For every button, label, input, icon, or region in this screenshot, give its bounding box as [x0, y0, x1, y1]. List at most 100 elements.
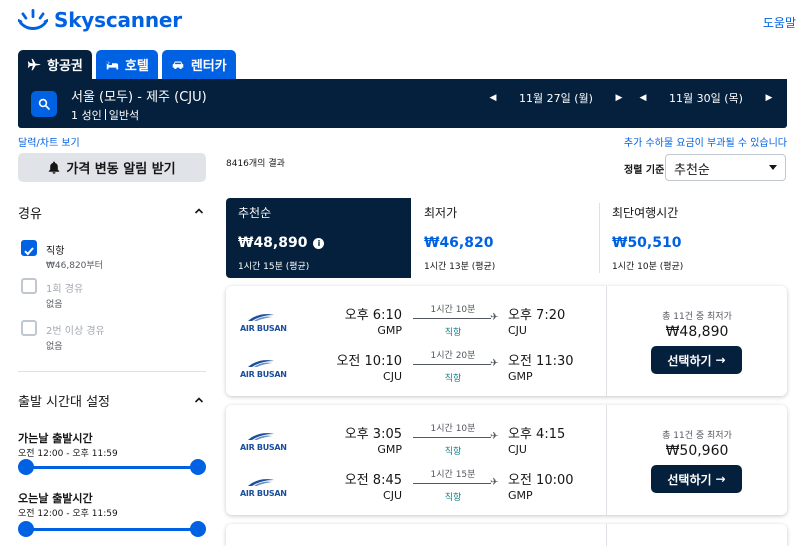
result-card[interactable]: AIR BUSAN 오후 3:05 GMP 1시간 10분 ✈ 직항 오후 4:…: [226, 405, 787, 515]
summary-best-title: 추천순: [238, 206, 272, 220]
return-prev-arrow-icon[interactable]: ◀: [637, 93, 649, 103]
checkmark-icon: [24, 247, 34, 256]
summary-tab-fastest[interactable]: 최단여행시간 ₩50,510 1시간 10분 (평균): [600, 198, 785, 278]
departure-airport: GMP: [377, 324, 402, 337]
tab-car-hire[interactable]: 렌터카: [161, 50, 236, 79]
tab-flights-label: 항공권: [47, 59, 83, 74]
result-card-partial[interactable]: [226, 524, 787, 546]
calendar-chart-link[interactable]: 달력/차트 보기: [18, 134, 80, 149]
help-link[interactable]: 도움말: [763, 14, 796, 31]
depart-date-picker[interactable]: ◀ 11월 27일 (월) ▶: [487, 90, 625, 106]
air-busan-wing-icon: [248, 314, 274, 321]
bed-icon: [106, 61, 119, 69]
caret-down-icon: [769, 165, 777, 170]
outbound-time-range: 오전 12:00 - 오후 11:59: [18, 449, 118, 459]
stops-text: 직항: [444, 374, 462, 384]
departure-time-title[interactable]: 출발 시간대 설정: [18, 391, 110, 410]
price-alert-button[interactable]: 가격 변동 알림 받기: [18, 153, 206, 182]
chevron-up-icon[interactable]: [194, 395, 204, 405]
flight-leg-outbound: AIR BUSAN 오후 3:05 GMP 1시간 10분 ✈ 직항 오후 4:…: [226, 419, 606, 467]
sort-label: 정렬 기준: [624, 165, 665, 176]
air-busan-wing-icon: [248, 479, 274, 486]
summary-best-price: ₩48,890: [238, 235, 308, 251]
summary-fastest-title: 최단여행시간: [612, 206, 679, 220]
outbound-slider-end-handle[interactable]: [190, 459, 206, 475]
stops-direct-checkbox[interactable]: [21, 240, 37, 256]
stops-text: 직항: [444, 328, 462, 338]
return-date-picker[interactable]: ◀ 11월 30일 (목) ▶: [637, 90, 775, 106]
depart-next-arrow-icon[interactable]: ▶: [613, 93, 625, 103]
departure-time: 오전 10:10: [336, 354, 402, 369]
outbound-slider-track[interactable]: [26, 466, 198, 469]
arrow-right-icon: →: [715, 472, 726, 486]
filter-divider: [18, 371, 206, 372]
departure-airport: GMP: [377, 443, 402, 456]
card-divider: [606, 405, 607, 515]
stops-two-plus-sub: 없음: [46, 342, 63, 352]
sunrise-logo-icon: [18, 9, 48, 30]
return-slider-end-handle[interactable]: [190, 521, 206, 537]
search-button[interactable]: [31, 91, 57, 117]
skyscanner-logo[interactable]: Skyscanner: [18, 8, 182, 32]
summary-cheapest-duration: 1시간 13분 (평균): [424, 262, 496, 272]
summary-tab-best[interactable]: 추천순 ₩48,890 i 1시간 15분 (평균): [226, 198, 411, 278]
stops-filter-title[interactable]: 경유: [18, 203, 42, 222]
stops-one-checkbox[interactable]: [21, 278, 37, 294]
price-alert-label: 가격 변동 알림 받기: [66, 162, 176, 177]
tab-flights[interactable]: 항공권: [18, 50, 92, 79]
flight-leg-outbound: AIR BUSAN 오후 6:10 GMP 1시간 10분 ✈ 직항 오후 7:…: [226, 300, 606, 348]
summary-fastest-price: ₩50,510: [612, 235, 682, 251]
arrival-time: 오후 4:15: [508, 427, 566, 442]
airplane-icon: ✈: [490, 312, 499, 323]
card-divider: [606, 286, 607, 396]
airplane-icon: ✈: [490, 358, 499, 369]
return-next-arrow-icon[interactable]: ▶: [763, 93, 775, 103]
logo-text: Skyscanner: [54, 8, 182, 32]
return-slider-track[interactable]: [26, 528, 198, 531]
stops-two-plus-checkbox[interactable]: [21, 320, 37, 336]
stops-one-sub: 없음: [46, 300, 63, 310]
bell-icon: [49, 161, 60, 174]
flight-leg-return: AIR BUSAN 오전 10:10 CJU 1시간 20분 ✈ 직항 오전 1…: [226, 346, 606, 394]
summary-best-duration: 1시간 15분 (평균): [238, 262, 310, 272]
route-text[interactable]: 서울 (모두) - 제주 (CJU): [71, 86, 207, 105]
search-summary-bar[interactable]: 서울 (모두) - 제주 (CJU) 1 성인 일반석 ◀ 11월 27일 (월)…: [18, 79, 787, 128]
return-slider-start-handle[interactable]: [18, 521, 34, 537]
result-card[interactable]: AIR BUSAN 오후 6:10 GMP 1시간 10분 ✈ 직항 오후 7:…: [226, 286, 787, 396]
airplane-icon: ✈: [490, 431, 499, 442]
sort-select[interactable]: 추천순: [665, 154, 786, 181]
stops-direct-price: ₩46,820부터: [46, 261, 103, 271]
cabin-text: 일반석: [108, 109, 140, 122]
arrival-time: 오전 11:30: [508, 354, 574, 369]
airline-name: AIR BUSAN: [240, 489, 287, 498]
sort-value: 추천순: [674, 163, 710, 178]
stops-text: 직항: [444, 493, 462, 503]
flight-line: [413, 437, 491, 438]
car-icon: [172, 61, 184, 69]
air-busan-wing-icon: [248, 360, 274, 367]
return-date-text: 11월 30일 (목): [669, 92, 743, 105]
flight-duration: 1시간 10분: [430, 424, 476, 434]
card-divider: [606, 524, 607, 546]
result-count: 8416개의 결과: [226, 159, 285, 169]
airline-name: AIR BUSAN: [240, 324, 287, 333]
price-note: 총 11건 중 최저가: [662, 312, 732, 322]
select-button[interactable]: 선택하기 →: [651, 346, 742, 374]
summary-tab-cheapest[interactable]: 최저가 ₩46,820 1시간 13분 (평균): [412, 198, 597, 278]
flight-duration: 1시간 20분: [430, 351, 476, 361]
tab-hotels[interactable]: 호텔: [95, 50, 158, 79]
summary-fastest-duration: 1시간 10분 (평균): [612, 262, 684, 272]
outbound-slider-start-handle[interactable]: [18, 459, 34, 475]
flight-line: [413, 483, 491, 484]
flight-line: [413, 364, 491, 365]
stops-one-label: 1회 경유: [46, 284, 84, 295]
select-button[interactable]: 선택하기 →: [651, 465, 742, 493]
info-icon[interactable]: i: [313, 237, 325, 249]
baggage-fees-link[interactable]: 추가 수하물 요금이 부과될 수 있습니다: [624, 134, 787, 149]
departure-airport: CJU: [383, 370, 402, 383]
chevron-up-icon[interactable]: [194, 206, 204, 216]
travellers-cabin[interactable]: 1 성인 일반석: [71, 107, 139, 123]
depart-prev-arrow-icon[interactable]: ◀: [487, 93, 499, 103]
flight-leg-return: AIR BUSAN 오전 8:45 CJU 1시간 15분 ✈ 직항 오전 10…: [226, 465, 606, 513]
price-note: 총 11건 중 최저가: [662, 431, 732, 441]
